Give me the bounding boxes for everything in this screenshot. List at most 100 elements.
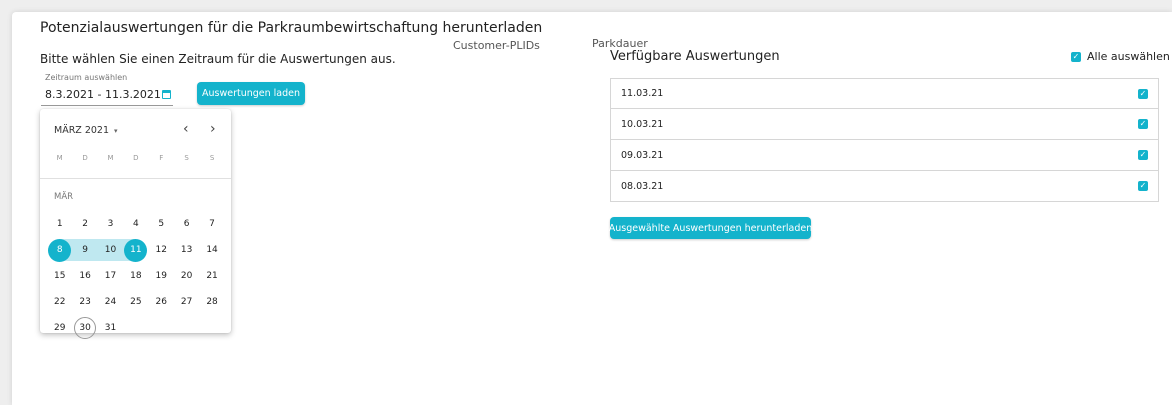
calendar-day[interactable]: 23: [72, 289, 97, 315]
report-checkbox[interactable]: ✓: [1138, 88, 1148, 99]
calendar-day-number: 8: [56, 245, 63, 255]
weekday-label: D: [82, 154, 88, 162]
calendar-day-number: 11: [130, 245, 142, 255]
calendar-day[interactable]: 19: [149, 263, 174, 289]
calendar-day[interactable]: 30: [72, 315, 97, 341]
weekday-label: S: [209, 154, 215, 162]
calendar-day[interactable]: 3: [98, 211, 123, 237]
month-selector[interactable]: MÄRZ 2021 ▾: [54, 125, 118, 136]
main-card: Potenzialauswertungen für die Parkraumbe…: [12, 12, 1172, 405]
report-date: 09.03.21: [621, 149, 664, 161]
report-date: 10.03.21: [621, 118, 664, 130]
calendar-day[interactable]: 27: [174, 289, 199, 315]
calendar-day-number: 28: [206, 297, 218, 307]
select-all-checkbox[interactable]: ✓ Alle auswählen: [1071, 50, 1170, 63]
date-range-input[interactable]: 8.3.2021 - 11.3.2021: [41, 84, 173, 106]
report-checkbox[interactable]: ✓: [1138, 119, 1148, 129]
calendar-day-number: 4: [133, 219, 139, 229]
report-date: 11.03.21: [621, 88, 664, 99]
weekday-label: M: [56, 154, 63, 162]
month-label: MÄRZ 2021: [54, 125, 110, 136]
calendar-day[interactable]: 15: [47, 263, 72, 289]
calendar-day-number: 17: [104, 271, 117, 281]
calendar-day[interactable]: 2: [72, 211, 97, 237]
calendar-day-number: 25: [130, 297, 142, 307]
report-list-item[interactable]: 11.03.21 ✓: [610, 78, 1159, 109]
calendar-day-number: 12: [155, 245, 167, 255]
weekday-header: M D M D F S S: [47, 154, 225, 162]
calendar-day[interactable]: 7: [199, 211, 224, 237]
date-range-value: 8.3.2021 - 11.3.2021: [45, 88, 161, 101]
report-checkbox[interactable]: ✓: [1138, 181, 1148, 191]
calendar-week-row: 1 2 3 4 5 6 7: [47, 211, 225, 237]
report-list-item[interactable]: 09.03.21 ✓: [610, 140, 1159, 171]
calendar-day[interactable]: 24: [98, 289, 123, 315]
calendar-week-row: 15 16 17 18 19 20 21: [47, 263, 225, 289]
calendar-week-row: 29 30 31: [47, 315, 225, 341]
download-selected-button[interactable]: Ausgewählte Auswertungen herunterladen: [609, 217, 812, 239]
calendar-day[interactable]: 13: [174, 237, 199, 263]
calendar-day[interactable]: 17: [98, 263, 123, 289]
calendar-day[interactable]: 25: [123, 289, 148, 315]
calendar-day-number: 23: [79, 297, 91, 307]
calendar-day[interactable]: 11: [123, 237, 148, 263]
calendar-day-number: 9: [82, 245, 88, 255]
calendar-week-row: 22 23 24 25 26 27 28: [47, 289, 225, 315]
calendar-day-grid: 1 2 3 4 5 6 7 8 9 10 11 12 13 14 15 16 17 18 19 20 21 22 23 24 2…: [47, 211, 225, 341]
checkbox-checked-icon[interactable]: ✓: [1071, 51, 1081, 62]
calendar-day[interactable]: 9: [72, 237, 97, 263]
calendar-day-number: 24: [104, 297, 117, 307]
report-list-item[interactable]: 08.03.21 ✓: [610, 171, 1159, 202]
calendar-day-number: 1: [56, 219, 63, 229]
previous-month-button[interactable]: ‹: [183, 121, 189, 137]
calendar-icon[interactable]: [162, 90, 171, 99]
calendar-section-label: MÄR: [54, 192, 74, 202]
calendar-day[interactable]: 31: [98, 315, 123, 341]
calendar-day-number: 18: [130, 271, 142, 281]
calendar-day[interactable]: 8: [47, 237, 72, 263]
calendar-day-number: 5: [158, 219, 165, 229]
date-picker-popup: MÄRZ 2021 ▾ ‹ › M D M D F S S MÄR 1234567…: [40, 109, 231, 339]
calendar-day-number: 27: [180, 297, 193, 307]
select-all-label: Alle auswählen: [1087, 50, 1170, 63]
calendar-day-number: 13: [180, 245, 193, 255]
calendar-day-number: 26: [155, 297, 167, 307]
available-reports-title: Verfügbare Auswertungen: [610, 49, 780, 64]
chevron-down-icon: ▾: [114, 127, 118, 135]
calendar-day[interactable]: 10: [98, 237, 123, 263]
calendar-day-number: 21: [206, 271, 218, 281]
calendar-day[interactable]: 12: [149, 237, 174, 263]
calendar-day[interactable]: 4: [123, 211, 148, 237]
calendar-day[interactable]: 1: [47, 211, 72, 237]
report-date: 08.03.21: [621, 180, 664, 192]
calendar-day[interactable]: 20: [174, 263, 199, 289]
calendar-day[interactable]: 18: [123, 263, 148, 289]
calendar-day-number: 15: [53, 271, 66, 281]
page-title: Potenzialauswertungen für die Parkraumbe…: [40, 20, 543, 36]
next-month-button[interactable]: ›: [210, 121, 216, 137]
calendar-day[interactable]: 22: [47, 289, 72, 315]
load-reports-button[interactable]: Auswertungen laden: [197, 82, 305, 105]
calendar-day[interactable]: 28: [199, 289, 224, 315]
tab-customer-plids[interactable]: Customer-PLIDs: [453, 39, 540, 52]
calendar-day-number: 16: [79, 271, 91, 281]
calendar-day[interactable]: 14: [199, 237, 224, 263]
weekday-label: D: [133, 154, 139, 162]
calendar-day[interactable]: 21: [199, 263, 224, 289]
calendar-day[interactable]: 5: [149, 211, 174, 237]
calendar-day-number: 20: [180, 271, 193, 281]
range-field-label: Zeitraum auswählen: [45, 73, 128, 82]
weekday-label: F: [159, 154, 164, 162]
calendar-day-number: 7: [209, 219, 215, 229]
calendar-day[interactable]: 26: [149, 289, 174, 315]
calendar-day-number: 30: [79, 323, 91, 333]
calendar-day[interactable]: 16: [72, 263, 97, 289]
report-list-item[interactable]: 10.03.21 ✓: [610, 109, 1159, 140]
calendar-day-number: 31: [104, 323, 117, 333]
calendar-day[interactable]: 6: [174, 211, 199, 237]
instruction-text: Bitte wählen Sie einen Zeitraum für die …: [40, 52, 396, 66]
calendar-day-number: 14: [206, 245, 218, 255]
calendar-day[interactable]: 29: [47, 315, 72, 341]
calendar-day-number: 29: [53, 323, 66, 333]
report-checkbox[interactable]: ✓: [1138, 150, 1148, 160]
